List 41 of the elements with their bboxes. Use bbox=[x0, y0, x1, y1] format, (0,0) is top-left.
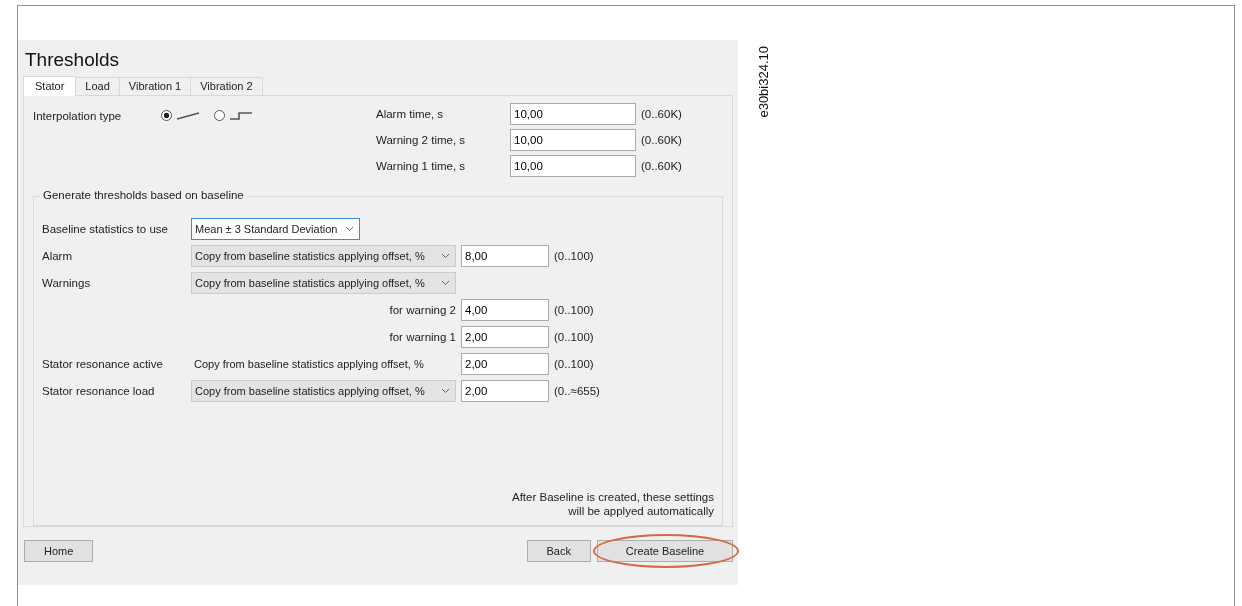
range-hint: (0..60K) bbox=[641, 134, 682, 146]
range-hint: (0..100) bbox=[554, 357, 594, 370]
range-hint: (0..100) bbox=[554, 303, 594, 316]
button[interactable]: Back bbox=[526, 540, 591, 562]
group-title: Generate thresholds based on baseline bbox=[40, 189, 247, 202]
input-field[interactable]: 10,00 bbox=[510, 155, 636, 177]
range-hint: (0..60K) bbox=[641, 160, 682, 172]
dropdown[interactable]: Copy from baseline statistics applying offset, % bbox=[191, 244, 456, 267]
input-field[interactable]: 4,00 bbox=[461, 298, 549, 321]
field-label: Stator resonance load bbox=[42, 384, 155, 397]
page-title: Thresholds bbox=[25, 49, 120, 72]
field-label: Warnings bbox=[42, 276, 91, 289]
figure-id: e30bi324.10 bbox=[756, 46, 771, 118]
tab[interactable]: Stator bbox=[23, 76, 77, 96]
input-field[interactable]: 10,00 bbox=[510, 129, 636, 151]
range-hint: (0..100) bbox=[554, 249, 594, 262]
input-field[interactable]: 2,00 bbox=[461, 352, 549, 375]
field-label: Stator resonance active bbox=[42, 357, 163, 370]
field-label: Warning 1 time, s bbox=[376, 160, 467, 172]
field-label: Warning 2 time, s bbox=[376, 134, 467, 146]
field-label: for warning 1 bbox=[389, 330, 456, 343]
range-hint: (0..100) bbox=[554, 330, 594, 343]
button[interactable]: Create Baseline bbox=[597, 540, 733, 562]
dropdown[interactable]: Copy from baseline statistics applying offset, % bbox=[191, 379, 456, 402]
input-field[interactable]: 8,00 bbox=[461, 244, 549, 267]
input-field[interactable]: 2,00 bbox=[461, 379, 549, 402]
input-field[interactable]: 10,00 bbox=[510, 103, 636, 125]
field-label: Alarm time, s bbox=[376, 108, 445, 120]
range-hint: (0..60K) bbox=[641, 108, 682, 120]
field-label: Alarm bbox=[42, 249, 73, 262]
info-text: After Baseline is created, these settings will be applyed automatically bbox=[511, 490, 714, 518]
input-field[interactable]: 2,00 bbox=[461, 325, 549, 348]
field-label: for warning 2 bbox=[389, 303, 456, 316]
field-label: Interpolation type bbox=[33, 110, 123, 122]
dropdown[interactable]: Copy from baseline statistics applying offset, % bbox=[191, 271, 456, 294]
range-hint: (0..≈655) bbox=[554, 384, 600, 397]
dropdown[interactable]: Mean ± 3 Standard Deviation bbox=[191, 217, 361, 240]
tab[interactable]: Vibration 2 bbox=[190, 77, 263, 95]
field-label: Baseline statistics to use bbox=[42, 222, 168, 235]
field-label: Copy from baseline statistics applying offset, % bbox=[193, 357, 424, 370]
button[interactable]: Home bbox=[24, 540, 94, 562]
